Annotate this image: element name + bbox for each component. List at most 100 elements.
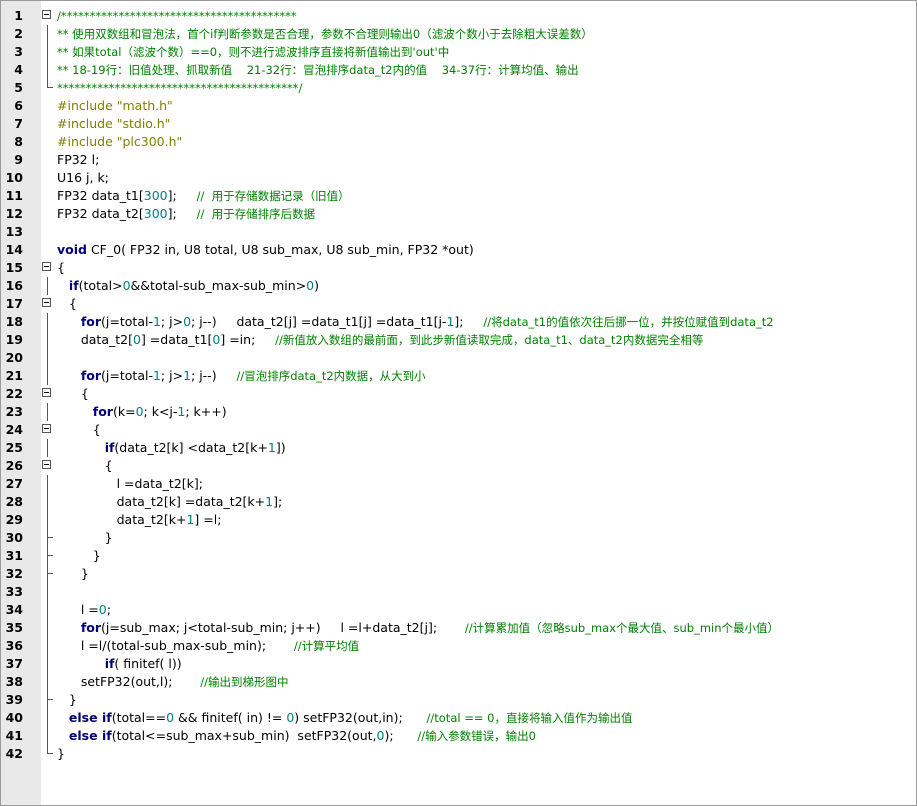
- keyword-token: if: [68, 278, 79, 293]
- comment-token: //冒泡排序data_t2内数据，从大到小: [236, 369, 426, 383]
- comment-token: ** 如果total（滤波个数）==0，则不进行滤波排序直接将新值输出到'out…: [57, 45, 450, 59]
- code-text: #include "stdio.h": [57, 115, 170, 133]
- code-line[interactable]: 37 if( finitef( l)): [1, 655, 916, 673]
- code-line[interactable]: 40 else if(total==0 && finitef( in) != 0…: [1, 709, 916, 727]
- code-line[interactable]: 21 for(j=total-1; j>1; j--) //冒泡排序data_t…: [1, 367, 916, 385]
- code-line[interactable]: 34 l =0;: [1, 601, 916, 619]
- fold-end-marker: [47, 753, 53, 754]
- code-line[interactable]: 41 else if(total<=sub_max+sub_min) setFP…: [1, 727, 916, 745]
- fold-toggle-icon[interactable]: [42, 388, 51, 397]
- code-line[interactable]: 23 for(k=0; k<j-1; k++): [1, 403, 916, 421]
- code-line[interactable]: 5 ***************************************…: [1, 79, 916, 97]
- code-token: data_t2[k] =data_t2[k+: [57, 494, 266, 509]
- code-token: FP32 data_t2[: [57, 206, 144, 221]
- code-line[interactable]: 31 }: [1, 547, 916, 565]
- number-token: 0: [98, 602, 107, 617]
- keyword-token: for: [92, 404, 113, 419]
- code-token: ; j--) data_t2[j] =data_t1[j] =data_t1[j…: [191, 314, 447, 329]
- code-line[interactable]: 38 setFP32(out,l); //输出到梯形图中: [1, 673, 916, 691]
- code-line[interactable]: 25 if(data_t2[k] <data_t2[k+1]): [1, 439, 916, 457]
- code-line[interactable]: 4 ** 18-19行：旧值处理、抓取新值 21-32行：冒泡排序data_t2内…: [1, 61, 916, 79]
- preprocessor-token: #include "plc300.h": [57, 134, 183, 149]
- code-line[interactable]: 26 {: [1, 457, 916, 475]
- code-text: }: [57, 547, 101, 565]
- code-token: (total==: [111, 710, 167, 725]
- code-token: }: [57, 530, 113, 545]
- code-token: ];: [167, 206, 197, 221]
- code-line[interactable]: 12 FP32 data_t2[300]; // 用于存储排序后数据: [1, 205, 916, 223]
- fold-toggle-icon[interactable]: [42, 460, 51, 469]
- code-line[interactable]: 15 {: [1, 259, 916, 277]
- fold-guide: [47, 439, 48, 457]
- code-line[interactable]: 32 }: [1, 565, 916, 583]
- code-line[interactable]: 6 #include "math.h": [1, 97, 916, 115]
- code-token: ];: [167, 188, 197, 203]
- code-line[interactable]: 42}: [1, 745, 916, 763]
- fold-end-marker: [47, 555, 53, 556]
- code-line[interactable]: 22 {: [1, 385, 916, 403]
- fold-guide: [47, 673, 48, 691]
- fold-guide: [47, 313, 48, 331]
- code-line[interactable]: 20: [1, 349, 916, 367]
- code-token: && finitef( in) !=: [174, 710, 287, 725]
- code-token: {: [57, 260, 65, 275]
- code-line[interactable]: 2 ** 使用双数组和冒泡法，首个if判断参数是否合理，参数不合理则输出0（滤波个…: [1, 25, 916, 43]
- code-line[interactable]: 33: [1, 583, 916, 601]
- code-text: }: [57, 529, 113, 547]
- code-text: ****************************************…: [57, 79, 302, 97]
- number-token: 300: [143, 188, 168, 203]
- line-number: 31: [5, 548, 23, 563]
- code-line[interactable]: 19 data_t2[0] =data_t1[0] =in; //新值放入数组的…: [1, 331, 916, 349]
- code-line[interactable]: 11 FP32 data_t1[300]; // 用于存储数据记录（旧值）: [1, 187, 916, 205]
- code-line[interactable]: 18 for(j=total-1; j>0; j--) data_t2[j] =…: [1, 313, 916, 331]
- line-number: 16: [5, 278, 23, 293]
- code-line[interactable]: 16 if(total>0&&total-sub_max-sub_min>0): [1, 277, 916, 295]
- code-line[interactable]: 14 void CF_0( FP32 in, U8 total, U8 sub_m…: [1, 241, 916, 259]
- code-token: (j=total-: [101, 314, 153, 329]
- line-number: 19: [5, 332, 23, 347]
- fold-toggle-icon[interactable]: [42, 424, 51, 433]
- code-line[interactable]: 35 for(j=sub_max; j<total-sub_min; j++) …: [1, 619, 916, 637]
- number-token: 1: [152, 314, 161, 329]
- code-line[interactable]: 13: [1, 223, 916, 241]
- code-token: FP32 l;: [57, 152, 100, 167]
- code-line[interactable]: 17 {: [1, 295, 916, 313]
- number-token: 0: [122, 278, 131, 293]
- code-token: }: [57, 548, 101, 563]
- code-line[interactable]: 7 #include "stdio.h": [1, 115, 916, 133]
- code-token: ];: [454, 314, 484, 329]
- fold-toggle-icon[interactable]: [42, 10, 51, 19]
- fold-guide: [47, 367, 48, 385]
- code-token: l =data_t2[k];: [57, 476, 203, 491]
- code-line[interactable]: 10 U16 j, k;: [1, 169, 916, 187]
- code-text: for(j=total-1; j>1; j--) //冒泡排序data_t2内数…: [57, 367, 426, 385]
- code-line[interactable]: 24 {: [1, 421, 916, 439]
- line-number: 12: [5, 206, 23, 221]
- code-line[interactable]: 1 /**************************************…: [1, 7, 916, 25]
- code-line[interactable]: 3 ** 如果total（滤波个数）==0，则不进行滤波排序直接将新值输出到'ou…: [1, 43, 916, 61]
- line-number: 10: [5, 170, 23, 185]
- code-line[interactable]: 27 l =data_t2[k];: [1, 475, 916, 493]
- fold-end-marker: [47, 87, 53, 88]
- fold-guide: [47, 61, 48, 79]
- fold-guide: [47, 691, 48, 709]
- code-line[interactable]: 28 data_t2[k] =data_t2[k+1];: [1, 493, 916, 511]
- fold-toggle-icon[interactable]: [42, 298, 51, 307]
- line-number: 4: [14, 62, 23, 77]
- code-line[interactable]: 39 }: [1, 691, 916, 709]
- fold-toggle-icon[interactable]: [42, 262, 51, 271]
- code-text: {: [57, 259, 65, 277]
- code-line[interactable]: 29 data_t2[k+1] =l;: [1, 511, 916, 529]
- code-line[interactable]: 9 FP32 l;: [1, 151, 916, 169]
- code-line[interactable]: 30 }: [1, 529, 916, 547]
- code-token: l =: [57, 602, 99, 617]
- code-text: }: [57, 565, 89, 583]
- line-number: 22: [5, 386, 23, 401]
- code-line[interactable]: 36 l =l/(total-sub_max-sub_min); //计算平均值: [1, 637, 916, 655]
- code-editor[interactable]: 1 /**************************************…: [0, 0, 917, 806]
- line-number: 7: [14, 116, 23, 131]
- code-line[interactable]: 8 #include "plc300.h": [1, 133, 916, 151]
